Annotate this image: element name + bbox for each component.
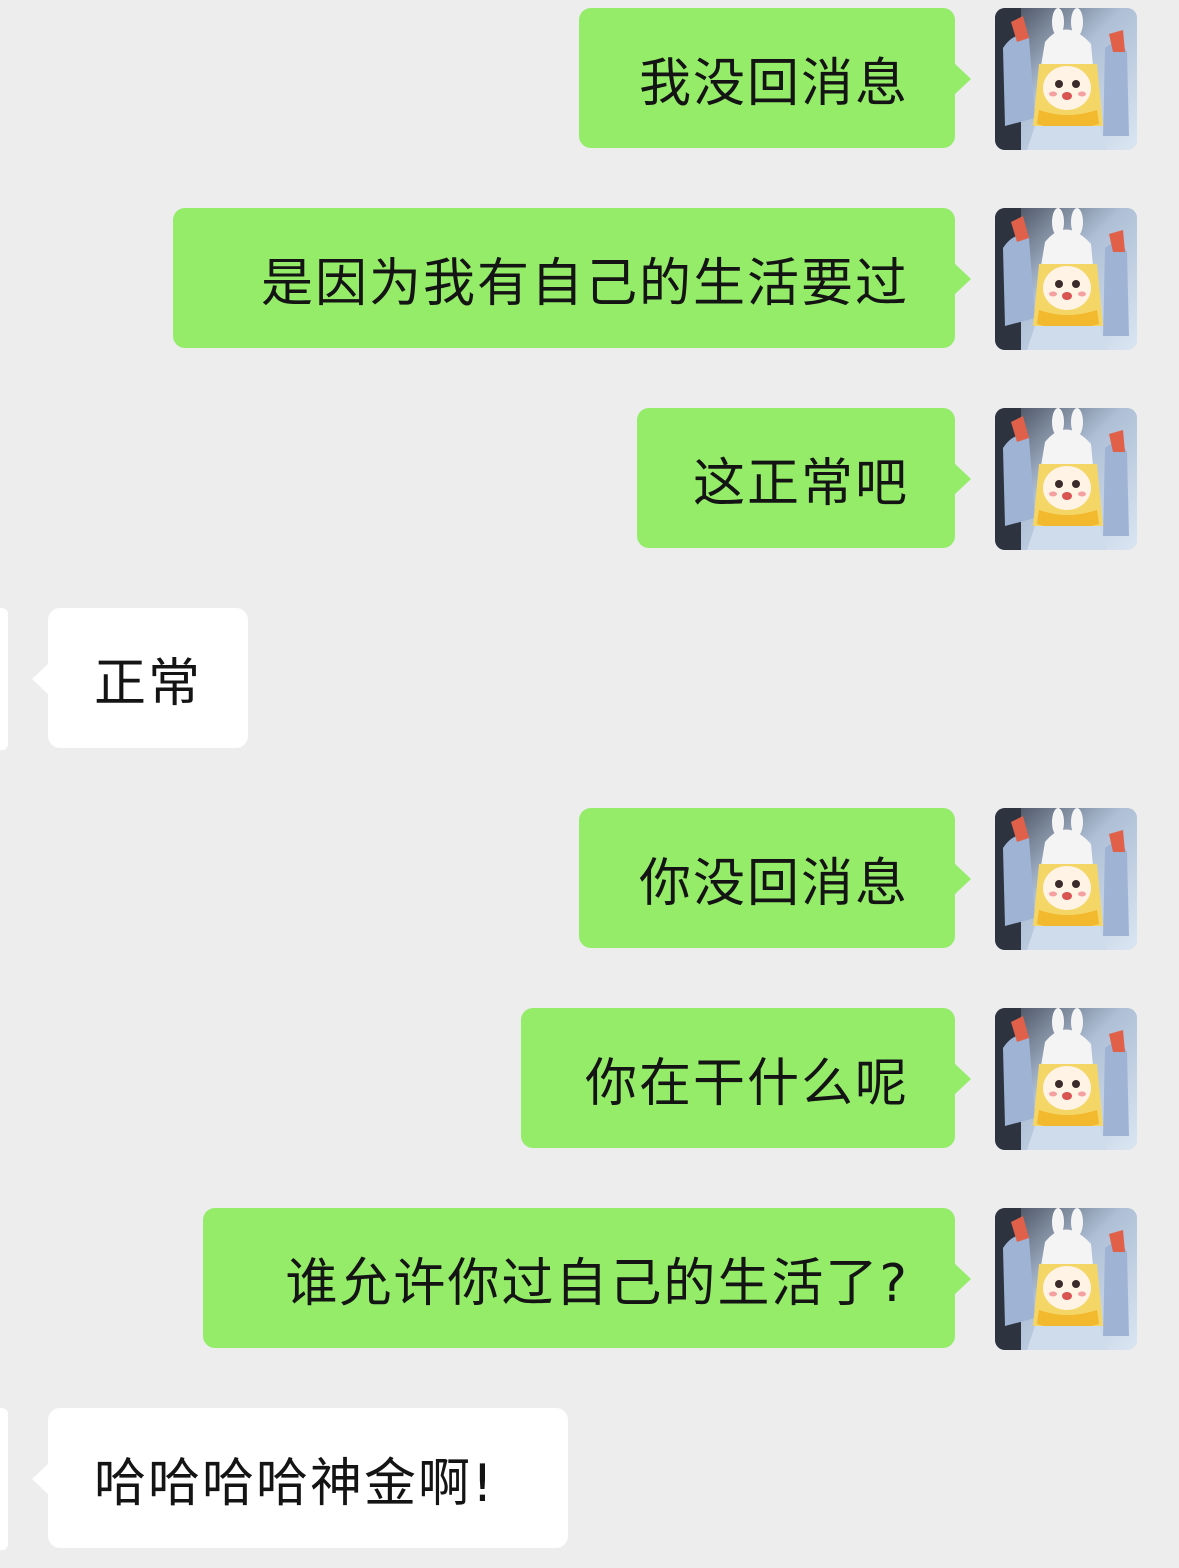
message-row-outgoing: 我没回消息: [0, 8, 1179, 150]
message-text: 正常: [94, 653, 203, 714]
message-text: 你在干什么呢: [584, 1053, 909, 1114]
message-bubble-incoming[interactable]: 哈哈哈哈神金啊!: [32, 1408, 568, 1548]
contact-avatar-icon[interactable]: [0, 608, 8, 750]
message-text: 哈哈哈哈神金啊!: [94, 1453, 495, 1514]
message-text: 我没回消息: [638, 53, 909, 114]
user-avatar-icon[interactable]: [995, 808, 1137, 950]
message-bubble-outgoing[interactable]: 谁允许你过自己的生活了?: [203, 1208, 971, 1348]
message-row-incoming: 哈哈哈哈神金啊!: [0, 1408, 1179, 1550]
message-row-outgoing: 这正常吧: [0, 408, 1179, 550]
message-text: 这正常吧: [692, 453, 909, 514]
user-avatar-icon[interactable]: [995, 1208, 1137, 1350]
message-row-outgoing: 是因为我有自己的生活要过: [0, 208, 1179, 350]
message-bubble-outgoing[interactable]: 你在干什么呢: [521, 1008, 971, 1148]
message-bubble-outgoing[interactable]: 是因为我有自己的生活要过: [173, 208, 971, 348]
user-avatar-icon[interactable]: [995, 208, 1137, 350]
message-text: 谁允许你过自己的生活了?: [285, 1253, 909, 1314]
message-bubble-incoming[interactable]: 正常: [32, 608, 248, 748]
message-row-outgoing: 你在干什么呢: [0, 1008, 1179, 1150]
message-text: 你没回消息: [638, 853, 909, 914]
message-row-outgoing: 谁允许你过自己的生活了?: [0, 1208, 1179, 1350]
user-avatar-icon[interactable]: [995, 408, 1137, 550]
message-row-incoming: 正常: [0, 608, 1179, 750]
user-avatar-icon[interactable]: [995, 1008, 1137, 1150]
message-bubble-outgoing[interactable]: 你没回消息: [579, 808, 971, 948]
user-avatar-icon[interactable]: [995, 8, 1137, 150]
contact-avatar-icon[interactable]: [0, 1408, 8, 1550]
message-text: 是因为我有自己的生活要过: [260, 253, 909, 314]
message-bubble-outgoing[interactable]: 我没回消息: [579, 8, 971, 148]
chat-message-list[interactable]: 我没回消息 是因为我有自己的生活要过 这正常吧 正常 你没回消息 你在干什么呢 …: [0, 0, 1179, 1568]
message-bubble-outgoing[interactable]: 这正常吧: [637, 408, 971, 548]
message-row-outgoing: 你没回消息: [0, 808, 1179, 950]
